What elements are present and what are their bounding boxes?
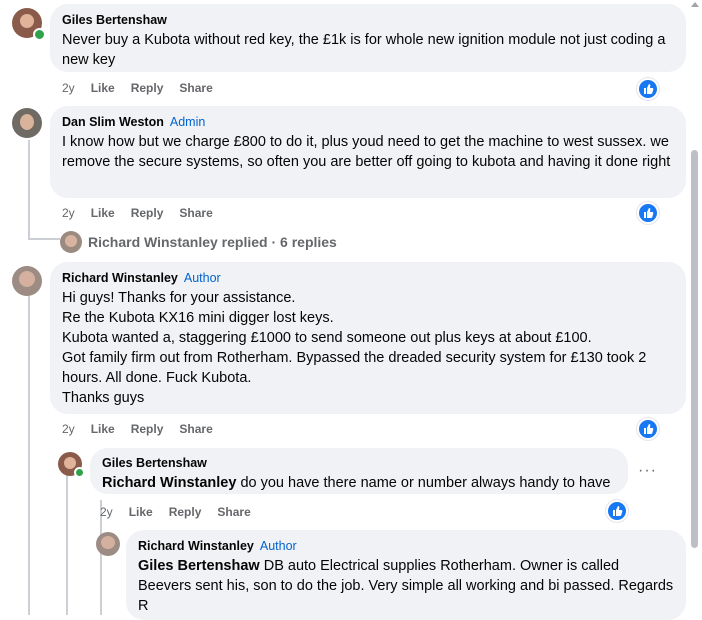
reply-button[interactable]: Reply — [131, 81, 164, 95]
online-status-dot — [33, 28, 46, 41]
avatar-face — [101, 536, 115, 549]
comment-actions: 2y Like Reply Share — [62, 422, 229, 436]
reply-button[interactable]: Reply — [131, 206, 164, 220]
comment-actions: 2y Like Reply Share — [62, 206, 229, 220]
comment-bubble: Giles Bertenshaw Richard Winstanley do y… — [90, 448, 628, 494]
comment-bubble: Dan Slim Weston Admin I know how but we c… — [50, 106, 686, 198]
comment-bubble: Richard Winstanley Author Giles Bertensha… — [126, 530, 686, 620]
share-button[interactable]: Share — [179, 422, 212, 436]
comment-author[interactable]: Richard Winstanley Author — [62, 270, 674, 286]
comment-time[interactable]: 2y — [62, 206, 75, 220]
reply-button[interactable]: Reply — [131, 422, 164, 436]
view-replies-link[interactable]: Richard Winstanley replied · 6 replies — [88, 234, 337, 250]
online-status-dot — [74, 467, 85, 478]
comment-text-line: Re the Kubota KX16 mini digger lost keys… — [62, 310, 334, 326]
like-button[interactable]: Like — [129, 505, 153, 519]
thread-line-dan — [28, 140, 30, 240]
avatar-face — [20, 114, 34, 130]
comment-text-line: Thanks guys — [62, 390, 145, 406]
comment-text-line: Kubota wanted a, staggering £1000 to sen… — [62, 330, 592, 346]
share-button[interactable]: Share — [217, 505, 250, 519]
avatar[interactable] — [60, 231, 82, 253]
avatar-face — [20, 14, 34, 28]
share-button[interactable]: Share — [179, 81, 212, 95]
comment-author[interactable]: Giles Bertenshaw — [62, 12, 674, 28]
comment-actions: 2y Like Reply Share — [62, 81, 229, 95]
thread-line-main — [28, 296, 30, 615]
avatar-face — [64, 457, 76, 469]
author-badge: Author — [183, 271, 221, 285]
like-button[interactable]: Like — [91, 422, 115, 436]
comment-time[interactable]: 2y — [62, 422, 75, 436]
thread-line-dan-curve — [28, 238, 60, 240]
author-badge: Author — [259, 539, 297, 553]
thumbs-up-icon[interactable] — [637, 202, 659, 224]
thumbs-up-icon[interactable] — [637, 78, 659, 100]
avatar[interactable] — [12, 266, 42, 296]
comment-author[interactable]: Giles Bertenshaw — [102, 455, 616, 471]
scrollbar-thumb[interactable] — [691, 150, 698, 548]
avatar-face — [65, 235, 77, 247]
comment-text-line: Got family firm out from Rotherham. Bypa… — [62, 350, 647, 386]
comment-text-line: Hi guys! Thanks for your assistance. — [62, 290, 296, 306]
avatar[interactable] — [96, 532, 120, 556]
comment-author[interactable]: Richard Winstanley Author — [138, 538, 674, 554]
like-button[interactable]: Like — [91, 81, 115, 95]
thumbs-up-icon[interactable] — [637, 418, 659, 440]
comment-text: Giles Bertenshaw DB auto Electrical supp… — [138, 558, 674, 614]
share-button[interactable]: Share — [179, 206, 212, 220]
avatar[interactable] — [12, 108, 42, 138]
mention-link[interactable]: Richard Winstanley — [102, 475, 236, 491]
comment-text: Richard Winstanley do you have there nam… — [102, 475, 611, 491]
comment-text: Never buy a Kubota without red key, the … — [62, 32, 666, 68]
comment-time[interactable]: 2y — [100, 505, 113, 519]
comment-time[interactable]: 2y — [62, 81, 75, 95]
comment-text: I know how but we charge £800 to do it, … — [62, 134, 671, 170]
mention-link[interactable]: Giles Bertenshaw — [138, 558, 260, 574]
scroll-up-arrow[interactable] — [691, 2, 699, 7]
thread-line-reply — [66, 462, 68, 615]
comment-bubble: Giles Bertenshaw Never buy a Kubota with… — [50, 4, 686, 72]
avatar-face — [19, 271, 35, 287]
admin-badge: Admin — [169, 115, 206, 129]
comment-actions: 2y Like Reply Share — [100, 505, 267, 519]
comment-author[interactable]: Dan Slim Weston Admin — [62, 114, 674, 130]
like-button[interactable]: Like — [91, 206, 115, 220]
more-options-icon[interactable]: ··· — [638, 462, 657, 480]
reply-button[interactable]: Reply — [169, 505, 202, 519]
comment-bubble: Richard Winstanley Author Hi guys! Thanks… — [50, 262, 686, 414]
thumbs-up-icon[interactable] — [606, 500, 628, 522]
